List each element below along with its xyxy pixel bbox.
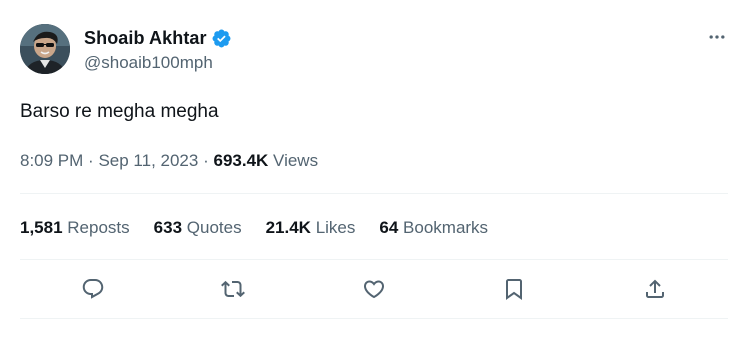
divider — [20, 193, 728, 194]
profile-photo-icon — [20, 24, 70, 74]
quotes-label: Quotes — [186, 218, 242, 237]
verified-badge-icon — [211, 28, 232, 49]
avatar[interactable] — [20, 24, 70, 74]
bookmarks-count: 64 — [379, 218, 399, 237]
author-handle[interactable]: @shoaib100mph — [84, 53, 213, 73]
reposts-count: 1,581 — [20, 218, 63, 237]
likes-label: Likes — [315, 218, 356, 237]
tweet-date[interactable]: Sep 11, 2023 — [98, 151, 198, 170]
reply-icon — [82, 279, 104, 299]
tweet-text: Barso re megha megha — [20, 101, 219, 122]
share-icon — [646, 279, 664, 298]
repost-button[interactable] — [217, 273, 249, 305]
views-count[interactable]: 693.4K — [213, 151, 268, 170]
likes-count: 21.4K — [265, 218, 311, 237]
author-name-row: Shoaib Akhtar — [84, 28, 232, 49]
reply-button[interactable] — [77, 273, 109, 305]
views-label: Views — [273, 151, 319, 170]
like-button[interactable] — [358, 273, 390, 305]
reposts-label: Reposts — [67, 218, 130, 237]
engagement-stats: 1,581 Reposts 633 Quotes 21.4K Likes 64 … — [20, 218, 488, 238]
quotes-stat[interactable]: 633 Quotes — [154, 218, 242, 238]
share-button[interactable] — [639, 273, 671, 305]
more-options-icon[interactable] — [706, 26, 728, 48]
meta-separator: · — [88, 151, 94, 170]
tweet-meta: 8:09 PM · Sep 11, 2023 · 693.4K Views — [20, 151, 318, 171]
quotes-count: 633 — [153, 218, 183, 237]
bookmark-icon — [506, 279, 522, 300]
action-bar — [20, 260, 728, 318]
reposts-stat[interactable]: 1,581 Reposts — [20, 218, 130, 238]
bookmarks-label: Bookmarks — [403, 218, 489, 237]
author-display-name[interactable]: Shoaib Akhtar — [84, 28, 207, 49]
likes-stat[interactable]: 21.4K Likes — [266, 218, 356, 238]
divider — [20, 318, 728, 319]
tweet-card: Shoaib Akhtar @shoaib100mph Barso re meg… — [0, 0, 752, 338]
meta-separator: · — [203, 151, 209, 170]
repost-icon — [221, 280, 245, 298]
like-icon — [363, 280, 385, 299]
tweet-time[interactable]: 8:09 PM — [20, 151, 83, 170]
bookmark-button[interactable] — [498, 273, 530, 305]
bookmarks-stat[interactable]: 64 Bookmarks — [379, 218, 488, 238]
